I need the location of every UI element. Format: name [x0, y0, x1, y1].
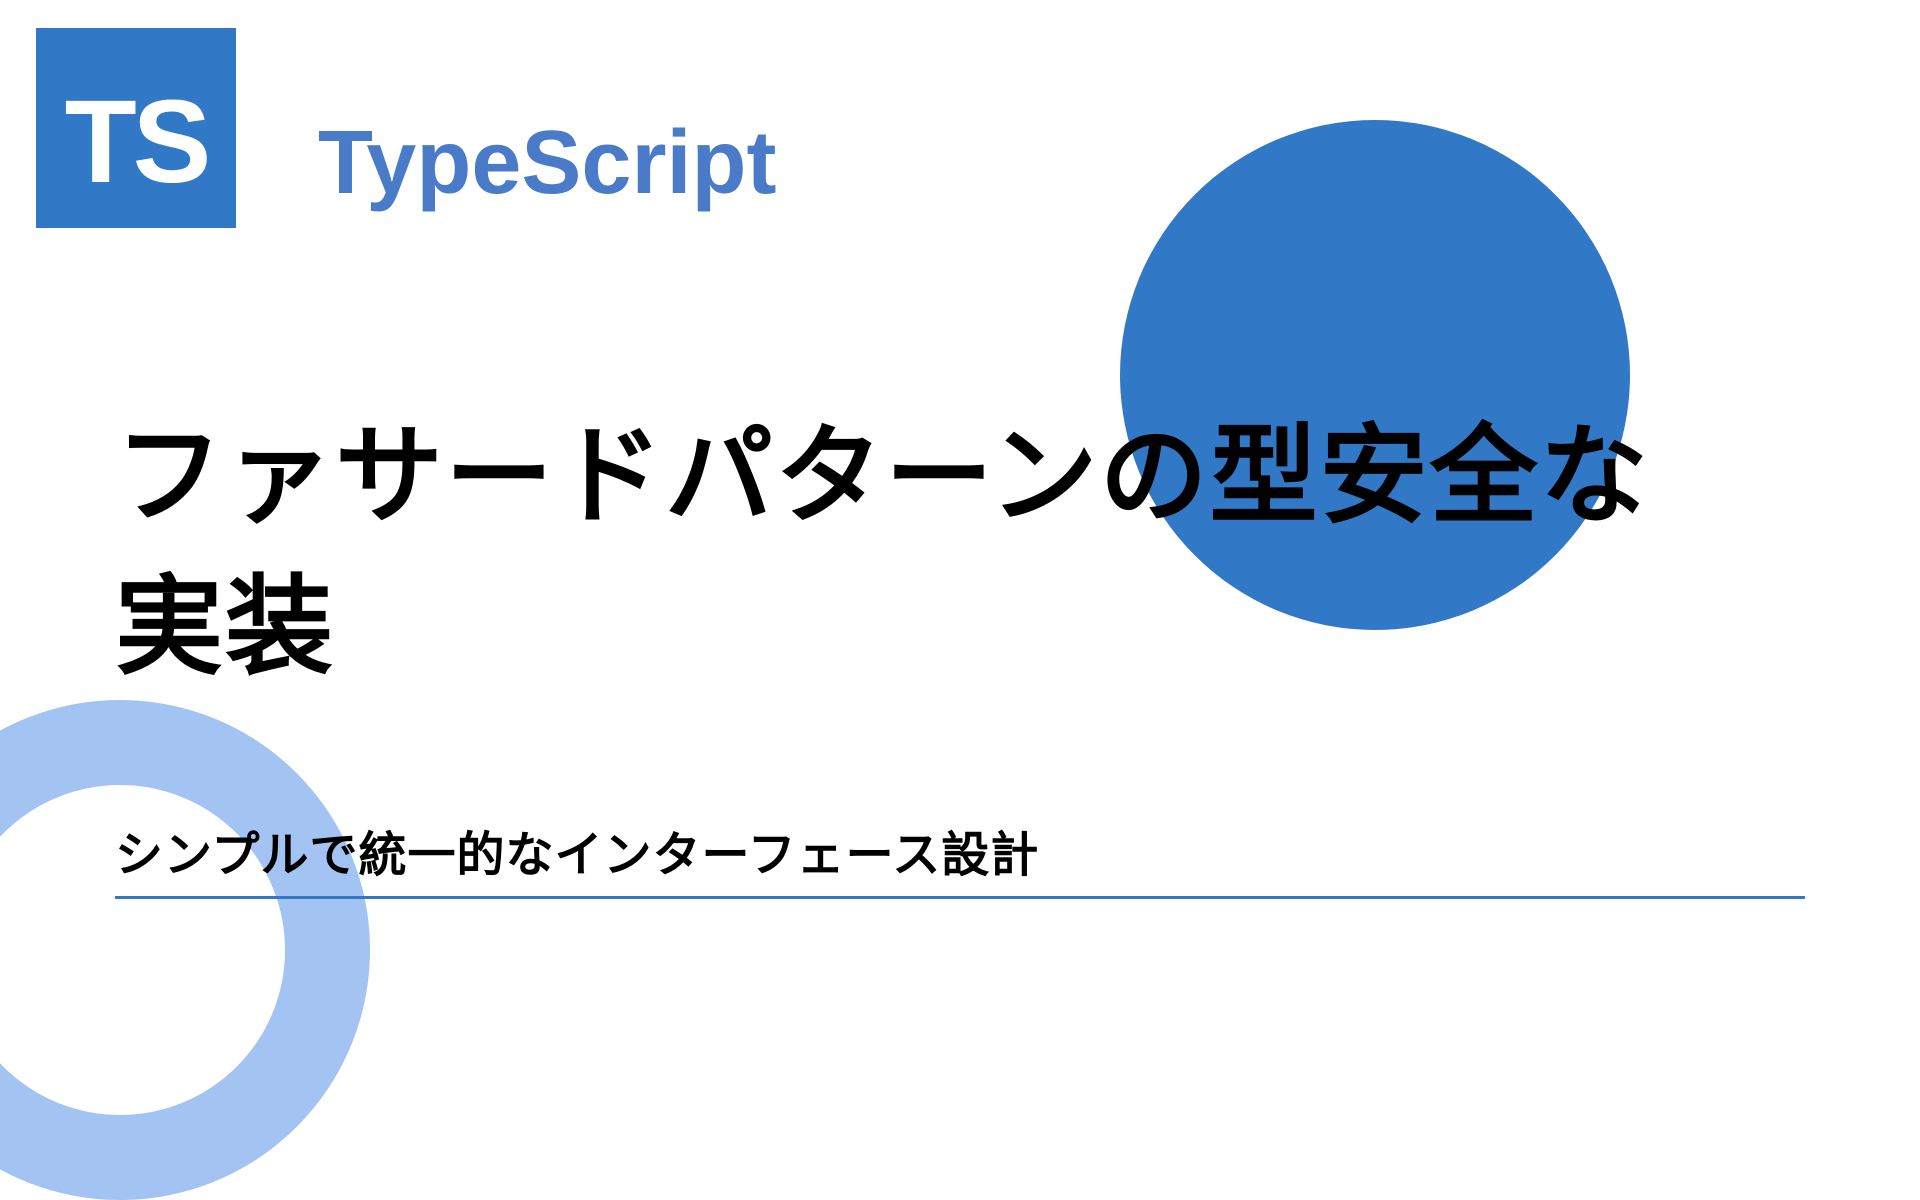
typescript-logo: TS [36, 28, 236, 228]
slide-title: ファサードパターンの型安全な実装 [115, 400, 1735, 702]
brand-name: TypeScript [318, 112, 776, 215]
slide-subtitle: シンプルで統一的なインターフェース設計 [115, 815, 1039, 885]
decorative-ring [0, 700, 370, 1200]
subtitle-underline [115, 896, 1805, 899]
logo-text: TS [65, 74, 208, 210]
